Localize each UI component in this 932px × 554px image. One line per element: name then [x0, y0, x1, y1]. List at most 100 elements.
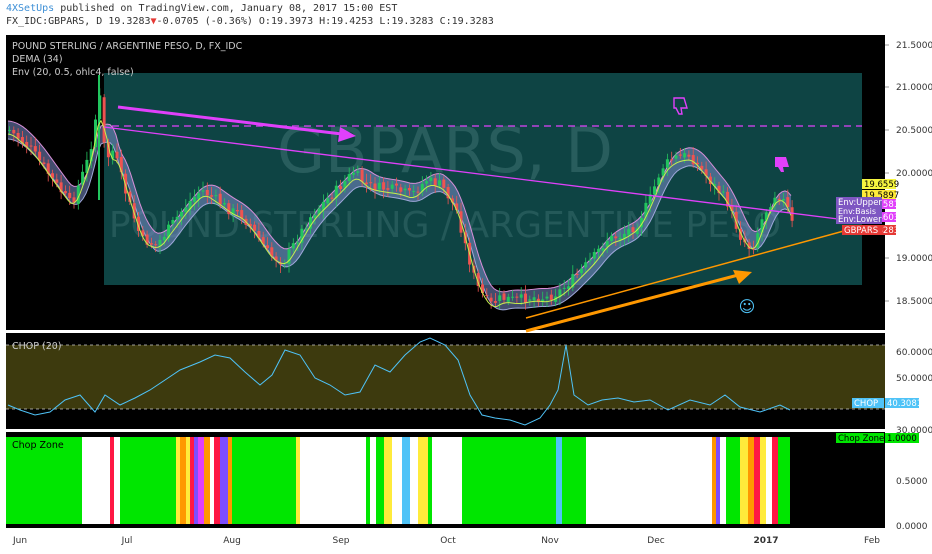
- candle-body: [528, 299, 532, 301]
- open-value: O:19.3973: [258, 16, 314, 27]
- svg-text:CHOP: CHOP: [854, 399, 878, 409]
- chopzone-bar: [300, 437, 366, 524]
- price-badge: 19.6559: [862, 179, 899, 190]
- chopzone-bar: [376, 437, 384, 524]
- candle-body: [665, 159, 669, 168]
- last-price: 19.3283: [108, 16, 151, 27]
- svg-text:Chop Zone: Chop Zone: [838, 434, 884, 444]
- candle-body: [115, 151, 119, 159]
- candle-body: [498, 295, 502, 301]
- chopzone-bar: [210, 437, 214, 524]
- candle-body: [515, 296, 519, 298]
- candle-body: [433, 178, 437, 186]
- chopzone-axis-tick: 0.5000: [896, 477, 928, 487]
- candle-body: [597, 248, 601, 253]
- chopzone-bar: [410, 437, 418, 524]
- candle-body: [399, 187, 403, 192]
- candle-body: [158, 239, 162, 246]
- chart-area[interactable]: GBPARS, D POUND STERLING / ARGENTINE PES…: [0, 33, 932, 550]
- svg-text:40.3081: 40.3081: [887, 399, 922, 409]
- chopzone-bar: [190, 437, 194, 524]
- candle-body: [511, 296, 515, 298]
- candle-body: [485, 294, 489, 296]
- legend-env: Env (20, 0.5, ohlc4, false): [12, 67, 134, 78]
- candle-body: [373, 183, 377, 191]
- chop-band: [6, 345, 885, 409]
- ohlc-header: FX_IDC:GBPARS, D 19.3283▼-0.0705 (-0.36%…: [6, 16, 494, 28]
- time-axis-label: Feb: [864, 536, 880, 546]
- chopzone-bar: [462, 437, 556, 524]
- svg-text:GBPARS: GBPARS: [844, 226, 878, 236]
- candle-body: [235, 209, 239, 212]
- chopzone-bar: [296, 437, 300, 524]
- price-axis-tick: 21.0000: [896, 83, 932, 93]
- chopzone-bar: [204, 437, 210, 524]
- chopzone-bar: [754, 437, 760, 524]
- chopzone-legend: Chop Zone: [12, 440, 64, 451]
- chopzone-bar: [418, 437, 428, 524]
- candle-body: [377, 182, 381, 190]
- candle-body: [407, 187, 411, 191]
- candle-body: [175, 216, 179, 220]
- candle-body: [171, 219, 175, 224]
- candle-body: [438, 180, 441, 186]
- svg-text:Env:Lower: Env:Lower: [838, 215, 882, 225]
- candle-body: [356, 171, 360, 173]
- candle-body: [214, 195, 218, 197]
- price-axis-tick: 21.5000: [896, 41, 932, 51]
- candle-body: [549, 294, 553, 300]
- price-axis-tick: 19.0000: [896, 254, 932, 264]
- high-value: H:19.4253: [319, 16, 374, 27]
- candle-body: [614, 236, 618, 239]
- price-axis-tick: 18.5000: [896, 297, 932, 307]
- candle-body: [205, 189, 209, 196]
- chopzone-bar: [392, 437, 402, 524]
- time-axis-label: Aug: [223, 536, 241, 546]
- chopzone-bar: [384, 437, 392, 524]
- candle-body: [352, 172, 355, 175]
- candle-body: [296, 242, 300, 244]
- candle-body: [627, 229, 631, 236]
- candle-body: [8, 129, 11, 131]
- chopzone-bar: [712, 437, 716, 524]
- chopzone-bar: [428, 437, 432, 524]
- candle-body: [618, 237, 622, 240]
- symbol-label: FX_IDC:GBPARS, D: [6, 16, 103, 27]
- chopzone-axis-tick: 0.0000: [896, 522, 928, 532]
- low-value: L:19.3283: [379, 16, 434, 27]
- candle-body: [588, 259, 592, 261]
- candle-body: [291, 243, 295, 249]
- chop-value-badge: 40.3081: [885, 398, 922, 409]
- time-axis-label: Jun: [12, 536, 27, 546]
- candle-body: [180, 211, 183, 217]
- candle-body: [154, 244, 158, 246]
- time-axis-label: Dec: [647, 536, 664, 546]
- chopzone-bar: [114, 437, 120, 524]
- candle-body: [575, 273, 579, 275]
- candle-body: [610, 235, 613, 242]
- chopzone-bar: [772, 437, 778, 524]
- overlay-label: GBPARS: [842, 225, 882, 236]
- chopzone-bar: [432, 437, 462, 524]
- candle-body: [670, 159, 674, 161]
- chopzone-bar: [778, 437, 790, 524]
- watermark-sub: POUND STERLING / ARGENTINE PESO: [109, 205, 781, 246]
- candle-body: [687, 154, 691, 157]
- candle-body: [360, 169, 364, 182]
- candle-body: [386, 188, 390, 190]
- chopzone-bar: [562, 437, 586, 524]
- chopzone-bar: [726, 437, 740, 524]
- chopzone-bar: [586, 437, 712, 524]
- candle-body: [683, 153, 687, 158]
- time-axis-label: Oct: [440, 536, 456, 546]
- chopzone-bar: [180, 437, 186, 524]
- publisher-link[interactable]: 4XSetUps: [6, 3, 54, 14]
- chopzone-bar: [194, 437, 198, 524]
- candle-body: [502, 293, 506, 300]
- candle-body: [330, 197, 334, 199]
- chopzone-bar: [556, 437, 562, 524]
- chart-svg[interactable]: GBPARS, D POUND STERLING / ARGENTINE PES…: [0, 33, 932, 550]
- chopzone-bar: [176, 437, 180, 524]
- candle-body: [149, 243, 153, 245]
- chop-value-badge: CHOP: [852, 398, 884, 409]
